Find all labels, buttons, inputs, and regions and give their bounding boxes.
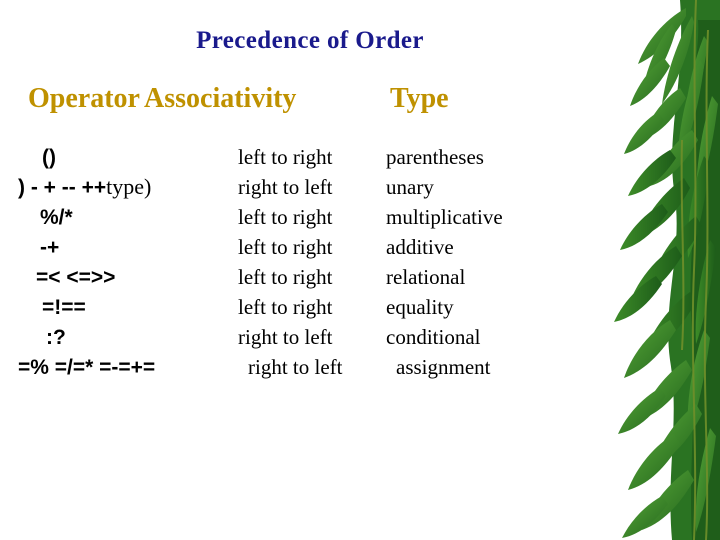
cell-type: conditional xyxy=(386,325,481,349)
precedence-table: () left to right parentheses ) - + -- ++… xyxy=(0,142,620,382)
operator-text: =< <=>> xyxy=(36,266,116,289)
operator-text: ) - + -- ++ xyxy=(18,176,107,199)
cell-operator: -+ xyxy=(40,232,59,263)
cell-operator: () xyxy=(42,142,56,173)
cell-operator: =% =/=* =-=+= xyxy=(18,352,155,383)
cell-associativity: left to right xyxy=(238,205,333,229)
table-row: ) - + -- ++type) right to left unary xyxy=(0,172,620,202)
cell-operator: =< <=>> xyxy=(36,262,115,293)
operator-text: %/* xyxy=(40,206,73,229)
page-title: Precedence of Order xyxy=(196,27,424,54)
slide: Precedence of Order Operator Associativi… xyxy=(0,0,720,540)
cell-operator: :? xyxy=(46,322,66,353)
operator-text: -+ xyxy=(40,236,60,259)
cell-operator: ) - + -- ++type) xyxy=(18,172,151,203)
table-row: %/* left to right multiplicative xyxy=(0,202,620,232)
cell-type: assignment xyxy=(396,355,491,379)
cell-associativity: right to left xyxy=(248,355,343,379)
cell-type: unary xyxy=(386,175,434,199)
table-header-row: Operator Associativity Type xyxy=(0,82,620,120)
table-row: () left to right parentheses xyxy=(0,142,620,172)
table-row: =!== left to right equality xyxy=(0,292,620,322)
cell-associativity: left to right xyxy=(238,145,333,169)
cell-type: relational xyxy=(386,265,466,289)
table-row: =% =/=* =-=+= right to left assignment xyxy=(0,352,620,382)
cell-operator: =!== xyxy=(42,292,86,323)
operator-text: () xyxy=(42,146,56,169)
cell-operator: %/* xyxy=(40,202,73,233)
table-row: =< <=>> left to right relational xyxy=(0,262,620,292)
cell-type: parentheses xyxy=(386,145,484,169)
cell-associativity: left to right xyxy=(238,235,333,259)
operator-text: :? xyxy=(46,326,66,349)
operator-text: =% =/=* =-=+= xyxy=(18,356,156,379)
table-row: :? right to left conditional xyxy=(0,322,620,352)
cell-type: additive xyxy=(386,235,454,259)
cell-type: equality xyxy=(386,295,454,319)
column-header-type: Type xyxy=(390,83,449,114)
operator-text: =!== xyxy=(42,296,86,319)
cell-associativity: right to left xyxy=(238,325,333,349)
column-header-associativity: Associativity xyxy=(144,83,297,114)
cell-associativity: right to left xyxy=(238,175,333,199)
cell-associativity: left to right xyxy=(238,295,333,319)
cell-associativity: left to right xyxy=(238,265,333,289)
cell-type: multiplicative xyxy=(386,205,503,229)
table-row: -+ left to right additive xyxy=(0,232,620,262)
operator-text-tail: type) xyxy=(106,174,152,199)
column-header-operator: Operator xyxy=(28,83,140,114)
